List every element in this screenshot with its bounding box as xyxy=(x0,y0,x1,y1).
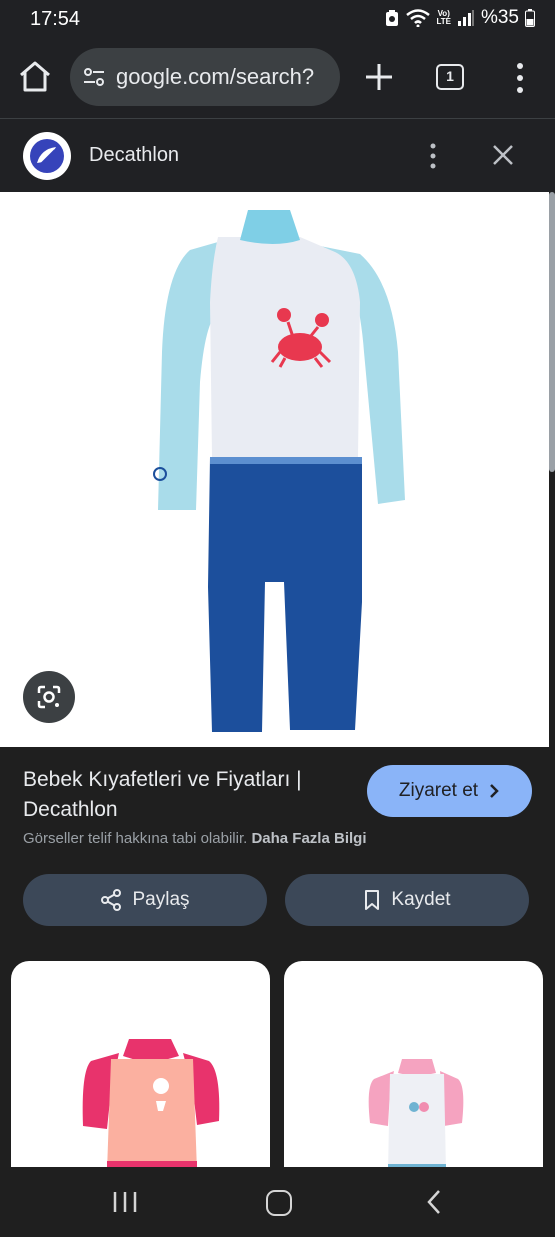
battery-icon xyxy=(525,9,535,27)
home-icon[interactable] xyxy=(16,58,54,96)
chevron-right-icon xyxy=(490,784,499,798)
tune-icon[interactable] xyxy=(82,65,106,89)
more-vert-icon[interactable] xyxy=(508,60,532,96)
result-title[interactable]: Bebek Kıyafetleri ve Fiyatları | Decathl… xyxy=(23,765,353,825)
signal-icon xyxy=(457,10,474,26)
browser-toolbar: google.com/search? 1 xyxy=(0,38,555,118)
plus-icon[interactable] xyxy=(360,58,398,96)
url-text[interactable]: google.com/search? xyxy=(116,64,314,90)
visit-button[interactable]: Ziyaret et xyxy=(367,765,532,817)
learn-more-link[interactable]: Daha Fazla Bilgi xyxy=(251,830,366,847)
share-label: Paylaş xyxy=(132,889,190,910)
battery-percent: %35 xyxy=(480,7,519,28)
copyright-text: Görseller telif hakkına tabi olabilir. xyxy=(23,830,248,847)
address-bar[interactable]: google.com/search? xyxy=(70,48,340,106)
more-vert-icon[interactable] xyxy=(421,141,445,171)
visit-label: Ziyaret et xyxy=(398,780,479,801)
tab-switcher-button[interactable]: 1 xyxy=(436,64,464,90)
product-image[interactable] xyxy=(0,192,549,747)
close-icon[interactable] xyxy=(489,141,517,169)
save-button[interactable]: Kaydet xyxy=(285,874,529,926)
status-bar: 17:54 Vo) LTE %35 xyxy=(0,0,555,38)
recent-apps-icon[interactable] xyxy=(112,1191,138,1213)
decathlon-logo-icon xyxy=(30,139,64,173)
google-lens-icon xyxy=(37,685,61,709)
swimsuit-illustration xyxy=(153,210,405,732)
lte-bottom-label: LTE xyxy=(436,17,451,26)
share-button[interactable]: Paylaş xyxy=(23,874,267,926)
source-header: Decathlon xyxy=(0,118,555,192)
bookmark-icon xyxy=(365,890,380,910)
status-time: 17:54 xyxy=(30,8,81,30)
sync-icon xyxy=(386,10,399,26)
result-info: Bebek Kıyafetleri ve Fiyatları | Decathl… xyxy=(0,747,555,961)
lte-indicator: Vo) LTE xyxy=(436,10,451,26)
decathlon-logo[interactable] xyxy=(23,132,71,180)
system-home-button[interactable] xyxy=(266,1190,292,1216)
google-lens-button[interactable] xyxy=(23,671,75,723)
wifi-icon xyxy=(406,9,431,27)
status-icons: Vo) LTE %35 xyxy=(384,7,535,29)
share-icon xyxy=(101,889,122,911)
source-name[interactable]: Decathlon xyxy=(89,144,179,167)
back-icon[interactable] xyxy=(424,1189,444,1215)
system-navigation-bar xyxy=(0,1167,555,1237)
scrollbar[interactable] xyxy=(549,192,555,472)
copyright-notice: Görseller telif hakkına tabi olabilir. D… xyxy=(23,830,366,847)
save-label: Kaydet xyxy=(391,889,451,910)
